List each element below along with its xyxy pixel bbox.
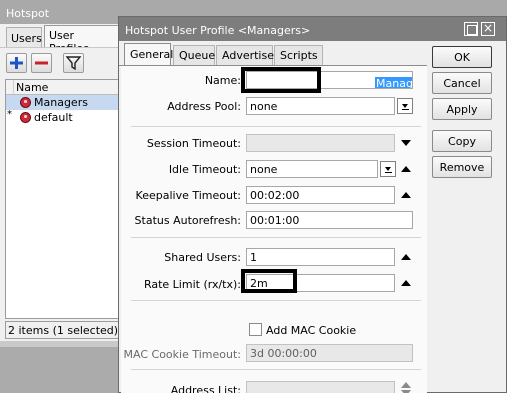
restore-icon[interactable] [464, 22, 478, 36]
plus-icon [10, 57, 23, 69]
apply-button[interactable]: Apply [432, 98, 492, 120]
chevron-up-icon[interactable] [401, 382, 411, 388]
name-label: Name: [204, 74, 241, 87]
idle-timeout-select[interactable]: none [246, 160, 378, 178]
general-form: Name: Managers Address Pool: none Sessio… [121, 66, 427, 393]
chevron-up-icon[interactable] [401, 254, 411, 260]
dropdown-icon[interactable] [397, 98, 413, 114]
desktop-strip [0, 341, 120, 347]
dialog-title: Hotspot User Profile <Managers> [119, 17, 506, 41]
name-value: Managers [375, 77, 412, 88]
mac-cookie-timeout-label: MAC Cookie Timeout: [123, 348, 241, 361]
address-pool-label: Address Pool: [167, 100, 241, 113]
status-autorefresh-label: Status Autorefresh: [134, 214, 241, 227]
separator [131, 369, 421, 370]
close-icon[interactable]: × [481, 22, 495, 36]
tab-queue[interactable]: Queue [173, 45, 215, 65]
address-list-field[interactable] [246, 381, 395, 393]
separator [131, 126, 421, 127]
status-bar: 2 items (1 selected) [5, 321, 122, 339]
chevron-up-icon[interactable] [401, 280, 411, 286]
separator [131, 300, 421, 301]
copy-button[interactable]: Copy [432, 130, 492, 152]
remove-profile-button[interactable]: Remove [432, 156, 492, 178]
list-item[interactable]: Managers [6, 95, 121, 110]
tab-general[interactable]: General [124, 43, 173, 66]
mac-cookie-timeout-field[interactable]: 3d 00:00:00 [246, 344, 413, 362]
rate-limit-label: Rate Limit (rx/tx): [143, 278, 241, 291]
chevron-down-icon[interactable] [401, 140, 411, 146]
column-name[interactable]: Name [16, 81, 48, 94]
remove-button[interactable] [31, 53, 52, 73]
chevron-up-icon[interactable] [401, 192, 411, 198]
shared-users-field[interactable]: 1 [246, 248, 395, 266]
row-name: Managers [34, 96, 88, 109]
shared-users-label: Shared Users: [164, 251, 241, 264]
list-item[interactable]: * default [6, 109, 121, 125]
add-button[interactable] [6, 53, 27, 73]
list-header: Name [6, 80, 121, 95]
status-autorefresh-field[interactable]: 00:01:00 [246, 211, 413, 229]
cancel-button[interactable]: Cancel [432, 72, 492, 94]
filter-icon [65, 56, 82, 71]
ok-button[interactable]: OK [432, 46, 492, 68]
dropdown-icon[interactable] [380, 161, 396, 177]
session-timeout-label: Session Timeout: [146, 137, 241, 150]
profile-icon [20, 97, 31, 108]
address-list-label: Address List: [170, 384, 241, 393]
separator [131, 237, 421, 238]
row-marker: * [7, 109, 12, 120]
highlight-box [241, 67, 321, 93]
add-mac-cookie-checkbox[interactable] [249, 323, 262, 336]
tab-user-profiles[interactable]: User Profiles [44, 25, 120, 55]
profile-icon [20, 112, 31, 123]
chevron-up-icon[interactable] [401, 166, 411, 172]
session-timeout-field[interactable] [246, 134, 395, 152]
idle-timeout-label: Idle Timeout: [168, 163, 241, 176]
profile-list: Name Managers * default [5, 79, 122, 319]
tab-scripts[interactable]: Scripts [274, 45, 323, 65]
keepalive-timeout-label: Keepalive Timeout: [135, 189, 241, 202]
minus-icon [35, 61, 48, 65]
tab-advertise[interactable]: Advertise [216, 45, 274, 65]
row-name: default [34, 111, 73, 124]
add-mac-cookie-label: Add MAC Cookie [266, 324, 357, 337]
highlight-box [241, 269, 297, 293]
address-pool-select[interactable]: none [246, 97, 395, 115]
sort-column[interactable] [6, 80, 14, 94]
filter-button[interactable] [63, 53, 84, 73]
keepalive-timeout-field[interactable]: 00:02:00 [246, 186, 395, 204]
user-profile-dialog: Hotspot User Profile <Managers> × Genera… [118, 16, 507, 393]
tab-users[interactable]: Users [6, 27, 42, 47]
